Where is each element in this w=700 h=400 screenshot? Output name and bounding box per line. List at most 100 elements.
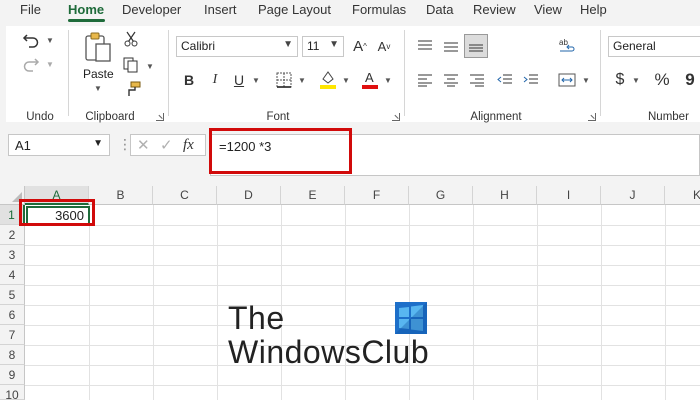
font-color-dropdown-icon[interactable]: ▼ (384, 76, 392, 85)
watermark-logo-line2: WindowsClub (228, 334, 430, 370)
decrease-indent-icon[interactable] (494, 70, 516, 90)
row-header-6[interactable]: 6 (0, 305, 25, 325)
row-header-9[interactable]: 9 (0, 365, 25, 385)
alignment-launcher-icon[interactable] (588, 113, 596, 121)
copy-dropdown-icon[interactable]: ▼ (146, 62, 154, 71)
font-name-select[interactable]: Calibri ▼ (176, 36, 298, 57)
gridline (601, 205, 602, 400)
separator (68, 30, 69, 116)
column-header-e[interactable]: E (281, 186, 345, 205)
worksheet-grid[interactable]: A B C D E F G H I J K 1 2 3 4 5 6 7 8 9 … (0, 186, 700, 400)
tab-home[interactable]: Home (68, 2, 104, 17)
group-label-clipboard: Clipboard (85, 111, 135, 123)
separator (404, 30, 405, 116)
cell-highlight-box (19, 199, 95, 226)
font-name-value: Calibri (181, 39, 216, 53)
chevron-down-icon: ▼ (93, 138, 103, 149)
font-launcher-icon[interactable] (392, 113, 400, 121)
format-painter-icon[interactable] (122, 80, 142, 98)
gridline (217, 205, 218, 400)
column-header-f[interactable]: F (345, 186, 409, 205)
fill-color-icon[interactable] (318, 68, 338, 90)
merge-dropdown-icon[interactable]: ▼ (582, 76, 590, 85)
row-header-10[interactable]: 10 (0, 385, 25, 400)
comma-style-button[interactable]: 9 (682, 70, 698, 90)
menu-bar: File Home Developer Insert Page Layout F… (0, 0, 700, 22)
cancel-icon[interactable]: ✕ (137, 136, 150, 154)
underline-button[interactable]: U (230, 70, 248, 90)
tab-data[interactable]: Data (426, 2, 453, 17)
paste-dropdown-icon[interactable]: ▼ (94, 84, 102, 93)
currency-button[interactable]: $ (612, 70, 628, 90)
tab-review[interactable]: Review (473, 2, 516, 17)
borders-icon[interactable] (274, 70, 294, 90)
row-header-3[interactable]: 3 (0, 245, 25, 265)
gridline (25, 325, 700, 326)
enter-icon[interactable]: ✓ (160, 136, 173, 154)
copy-icon[interactable] (122, 56, 140, 74)
redo-icon[interactable] (20, 54, 42, 74)
align-top-icon[interactable] (414, 36, 436, 56)
windows-logo-icon (395, 302, 427, 334)
redo-dropdown-icon[interactable]: ▼ (46, 60, 54, 69)
row-header-4[interactable]: 4 (0, 265, 25, 285)
row-header-5[interactable]: 5 (0, 285, 25, 305)
chevron-down-icon: ▼ (329, 39, 339, 50)
svg-text:ab: ab (559, 38, 568, 47)
number-format-value: General (613, 39, 656, 53)
font-color-icon[interactable]: A (360, 68, 380, 90)
row-header-8[interactable]: 8 (0, 345, 25, 365)
paste-button-label[interactable]: Paste (83, 67, 114, 81)
column-header-g[interactable]: G (409, 186, 473, 205)
increase-font-size-icon[interactable]: A ^ (350, 36, 370, 56)
column-header-j[interactable]: J (601, 186, 665, 205)
column-header-c[interactable]: C (153, 186, 217, 205)
name-box-value: A1 (15, 138, 31, 153)
tab-view[interactable]: View (534, 2, 562, 17)
decrease-font-label: A (377, 38, 387, 54)
italic-button[interactable]: I (206, 70, 224, 90)
tab-page-layout[interactable]: Page Layout (258, 2, 331, 17)
decrease-font-size-icon[interactable]: Av (374, 36, 394, 56)
tab-developer[interactable]: Developer (122, 2, 181, 17)
font-size-select[interactable]: 11 ▼ (302, 36, 344, 57)
column-header-h[interactable]: H (473, 186, 537, 205)
bold-button[interactable]: B (180, 70, 198, 90)
number-format-select[interactable]: General (608, 36, 700, 57)
wrap-text-icon[interactable]: ab (556, 36, 580, 56)
paste-icon[interactable] (82, 30, 114, 64)
gridline (537, 205, 538, 400)
clipboard-launcher-icon[interactable] (156, 113, 164, 121)
underline-dropdown-icon[interactable]: ▼ (252, 76, 260, 85)
column-header-i[interactable]: I (537, 186, 601, 205)
tab-insert[interactable]: Insert (204, 2, 237, 17)
increase-indent-icon[interactable] (520, 70, 542, 90)
name-box[interactable]: A1 ▼ (8, 134, 110, 156)
align-middle-icon[interactable] (440, 36, 462, 56)
column-header-k[interactable]: K (665, 186, 700, 205)
column-header-d[interactable]: D (217, 186, 281, 205)
align-left-icon[interactable] (414, 70, 436, 90)
tab-formulas[interactable]: Formulas (352, 2, 406, 17)
insert-function-icon[interactable]: fx (183, 137, 194, 154)
borders-dropdown-icon[interactable]: ▼ (298, 76, 306, 85)
gridline (25, 305, 700, 306)
align-center-icon[interactable] (440, 70, 462, 90)
row-header-7[interactable]: 7 (0, 325, 25, 345)
group-label-undo: Undo (26, 111, 54, 123)
merge-center-icon[interactable] (556, 70, 578, 90)
row-header-2[interactable]: 2 (0, 225, 25, 245)
undo-icon[interactable] (20, 30, 42, 50)
column-header-b[interactable]: B (89, 186, 153, 205)
align-bottom-icon[interactable] (464, 34, 488, 58)
currency-dropdown-icon[interactable]: ▼ (632, 76, 640, 85)
tab-help[interactable]: Help (580, 2, 607, 17)
fill-color-dropdown-icon[interactable]: ▼ (342, 76, 350, 85)
undo-dropdown-icon[interactable]: ▼ (46, 36, 54, 45)
percent-button[interactable]: % (652, 70, 672, 90)
chevron-down-icon: ▼ (283, 39, 293, 50)
cut-icon[interactable] (122, 30, 140, 48)
tab-file[interactable]: File (20, 2, 41, 17)
font-size-value: 11 (307, 39, 320, 53)
align-right-icon[interactable] (466, 70, 488, 90)
